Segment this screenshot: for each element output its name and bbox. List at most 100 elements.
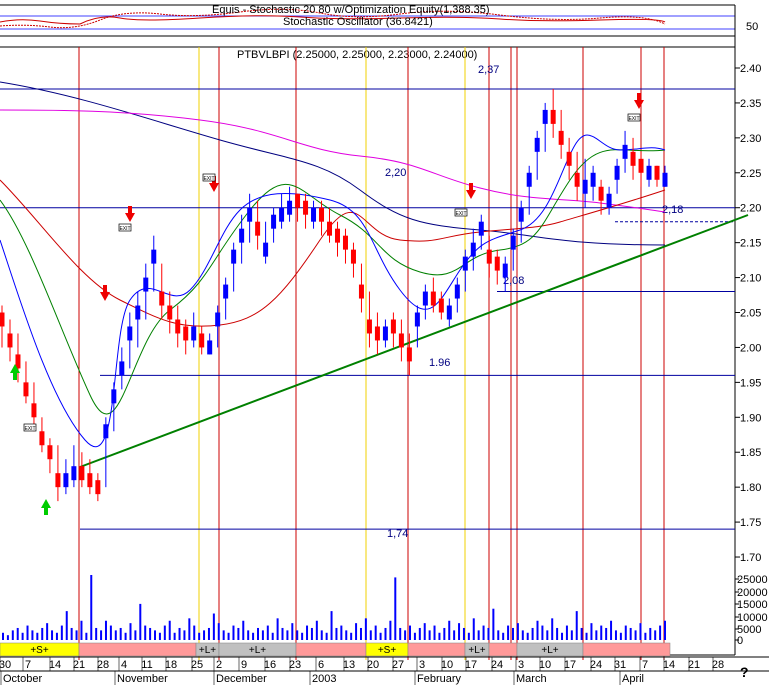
price-body	[438, 298, 444, 313]
price-body	[223, 284, 229, 299]
price-body	[542, 109, 548, 124]
volume-tick-label: 25000	[737, 574, 768, 586]
price-body	[71, 466, 77, 481]
x-day-label: 27	[392, 659, 404, 671]
x-day-label: 17	[465, 659, 477, 671]
sell-arrow-icon	[466, 183, 476, 199]
price-body	[622, 144, 628, 159]
y-tick-label: 2.40	[740, 63, 761, 75]
x-month-label: February	[417, 673, 462, 685]
x-month-label: April	[622, 673, 644, 685]
price-body	[494, 256, 500, 271]
price-body	[654, 165, 660, 180]
y-tick-label: 2.20	[740, 203, 761, 215]
signal-arrows: EXIT EXIT EXIT EXIT EXIT	[10, 93, 644, 515]
x-day-label: 10	[539, 659, 551, 671]
moving-average-line	[0, 134, 666, 448]
price-body	[422, 291, 428, 306]
price-body	[7, 333, 13, 348]
x-day-label: 23	[289, 659, 301, 671]
price-body	[566, 151, 572, 166]
sell-arrow-icon	[125, 206, 135, 222]
price-body	[135, 305, 141, 320]
price-body	[127, 326, 133, 341]
volume-tick-label: 20000	[737, 587, 768, 599]
y-tick-label: 2.15	[740, 238, 761, 250]
signal-label: +S+	[30, 645, 49, 656]
price-body	[526, 172, 532, 187]
x-month-label: 2003	[312, 673, 336, 685]
price-body	[207, 340, 213, 355]
signal-segment	[582, 642, 671, 657]
price-body	[79, 466, 85, 481]
x-month-label: December	[216, 673, 267, 685]
x-day-label: 20	[367, 659, 379, 671]
price-body	[55, 473, 61, 488]
price-body	[470, 242, 476, 257]
signal-segment	[407, 642, 466, 657]
price-body	[366, 319, 372, 334]
exit-label: EXIT	[24, 426, 35, 432]
price-body	[646, 165, 652, 180]
volume-tick-label: 0	[737, 635, 743, 647]
price-title: PTBVLBPI (2.25000, 2.25000, 2.23000, 2.2…	[237, 49, 477, 61]
signal-label: +L+	[541, 645, 558, 656]
y-tick-label: 1.80	[740, 482, 761, 494]
price-body	[406, 347, 412, 362]
stock-chart: Equis - Stochastic 20 80 w/Optimization …	[0, 4, 769, 685]
price-body	[199, 333, 205, 348]
volume-tick-label: 15000	[737, 599, 768, 611]
help-icon[interactable]: ?	[740, 664, 749, 680]
x-month-label: March	[516, 673, 547, 685]
uptrend-line	[79, 214, 749, 468]
x-day-label: 28	[712, 659, 724, 671]
trendline	[79, 214, 749, 468]
y-tick-label: 1.85	[740, 447, 761, 459]
x-day-label: 14	[663, 659, 675, 671]
price-body	[534, 137, 540, 152]
price-body	[63, 473, 69, 488]
signal-segment	[78, 642, 197, 657]
y-tick-label: 2.05	[740, 308, 761, 320]
price-body	[247, 207, 253, 222]
price-body	[175, 319, 181, 334]
price-body	[414, 312, 420, 327]
price-body	[462, 256, 468, 271]
date-axis: 30 7 14 21 28 4 11 18 25 2 9 16 23 6 13 20 27 3 10 17 24 3 10 1…	[0, 656, 769, 685]
y-tick-label: 1.75	[740, 517, 761, 529]
signal-label: +L+	[468, 645, 485, 656]
price-body	[239, 228, 245, 243]
price-body	[334, 228, 340, 243]
level-label: 2,37	[478, 64, 499, 76]
y-tick-label: 2.10	[740, 273, 761, 285]
price-body	[47, 445, 53, 460]
x-day-label: 25	[191, 659, 203, 671]
price-body	[151, 249, 157, 264]
price-body	[287, 200, 293, 215]
price-body	[350, 249, 356, 264]
level-label: 2,20	[385, 167, 406, 179]
price-body	[255, 221, 261, 236]
price-body	[502, 263, 508, 278]
price-body	[550, 109, 556, 124]
x-day-label: 9	[241, 659, 247, 671]
x-day-label: 10	[441, 659, 453, 671]
moving-average-line	[0, 109, 666, 213]
price-body	[510, 235, 516, 250]
price-body	[398, 333, 404, 348]
level-label: 2,18	[662, 204, 683, 216]
sell-arrow-icon	[100, 285, 110, 301]
price-body	[454, 284, 460, 299]
price-body	[263, 242, 269, 257]
signal-segment	[295, 642, 367, 657]
price-body	[159, 291, 165, 306]
x-day-label: 28	[97, 659, 109, 671]
price-body	[327, 221, 333, 236]
exit-label: EXIT	[119, 226, 130, 232]
price-body	[103, 424, 109, 439]
buy-arrow-icon	[41, 499, 51, 515]
x-day-label: 6	[318, 659, 324, 671]
price-body	[382, 326, 388, 341]
price-body	[311, 207, 317, 222]
price-body	[662, 172, 668, 187]
